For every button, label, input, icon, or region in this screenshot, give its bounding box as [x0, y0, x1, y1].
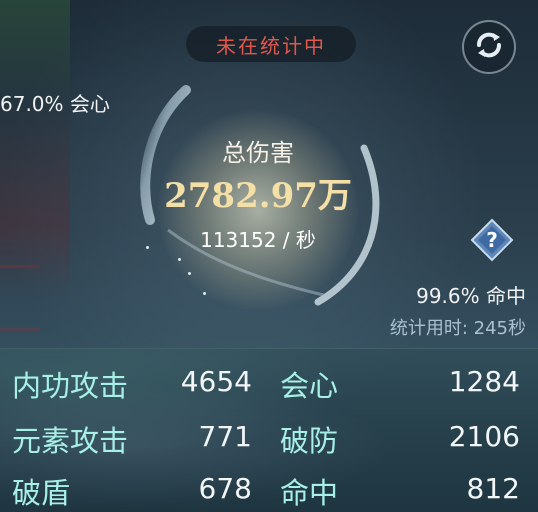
sparkle-decoration — [146, 246, 149, 249]
sparkle-decoration — [188, 272, 191, 275]
stat-value: 1284 — [448, 365, 520, 398]
background-foliage — [0, 0, 70, 300]
sparkle-decoration — [203, 292, 206, 295]
stat-value: 4654 — [180, 365, 252, 398]
stat-label: 内功攻击 — [12, 369, 129, 403]
sparkle-decoration — [178, 258, 181, 261]
stat-label: 会心 — [280, 369, 339, 403]
tracking-status-text: 未在统计中 — [216, 33, 326, 58]
refresh-button[interactable] — [462, 20, 516, 74]
stat-row: 元素攻击 771 破防 2106 — [0, 412, 538, 460]
stat-value: 771 — [198, 420, 252, 453]
svg-text:?: ? — [486, 228, 498, 252]
damage-per-second: 113152 / 秒 — [200, 228, 316, 252]
help-button[interactable]: ? — [468, 216, 516, 264]
total-damage-value: 2782.97万 — [164, 176, 352, 216]
stat-label: 破防 — [280, 424, 339, 458]
stat-row: 内功攻击 4654 会心 1284 — [0, 357, 538, 405]
stat-duration: 统计用时: 245秒 — [389, 318, 526, 339]
stat-value: 2106 — [448, 420, 520, 453]
hit-rate: 99.6% 命中 — [416, 284, 526, 308]
question-diamond-icon: ? — [468, 218, 516, 268]
total-damage-label: 总伤害 — [222, 139, 294, 167]
background-railing — [0, 265, 40, 331]
stat-label: 命中 — [280, 476, 339, 510]
tracking-status-badge: 未在统计中 — [186, 26, 356, 62]
stat-label: 破盾 — [12, 476, 71, 510]
crit-rate: 67.0% 会心 — [0, 92, 110, 116]
stat-value: 812 — [466, 472, 520, 505]
stats-panel: 内功攻击 4654 会心 1284 元素攻击 771 破防 2106 破盾 67… — [0, 348, 538, 512]
stat-row: 破盾 678 命中 812 — [0, 464, 538, 512]
stat-label: 元素攻击 — [12, 424, 129, 458]
refresh-icon — [472, 28, 506, 66]
stat-value: 678 — [198, 472, 252, 505]
